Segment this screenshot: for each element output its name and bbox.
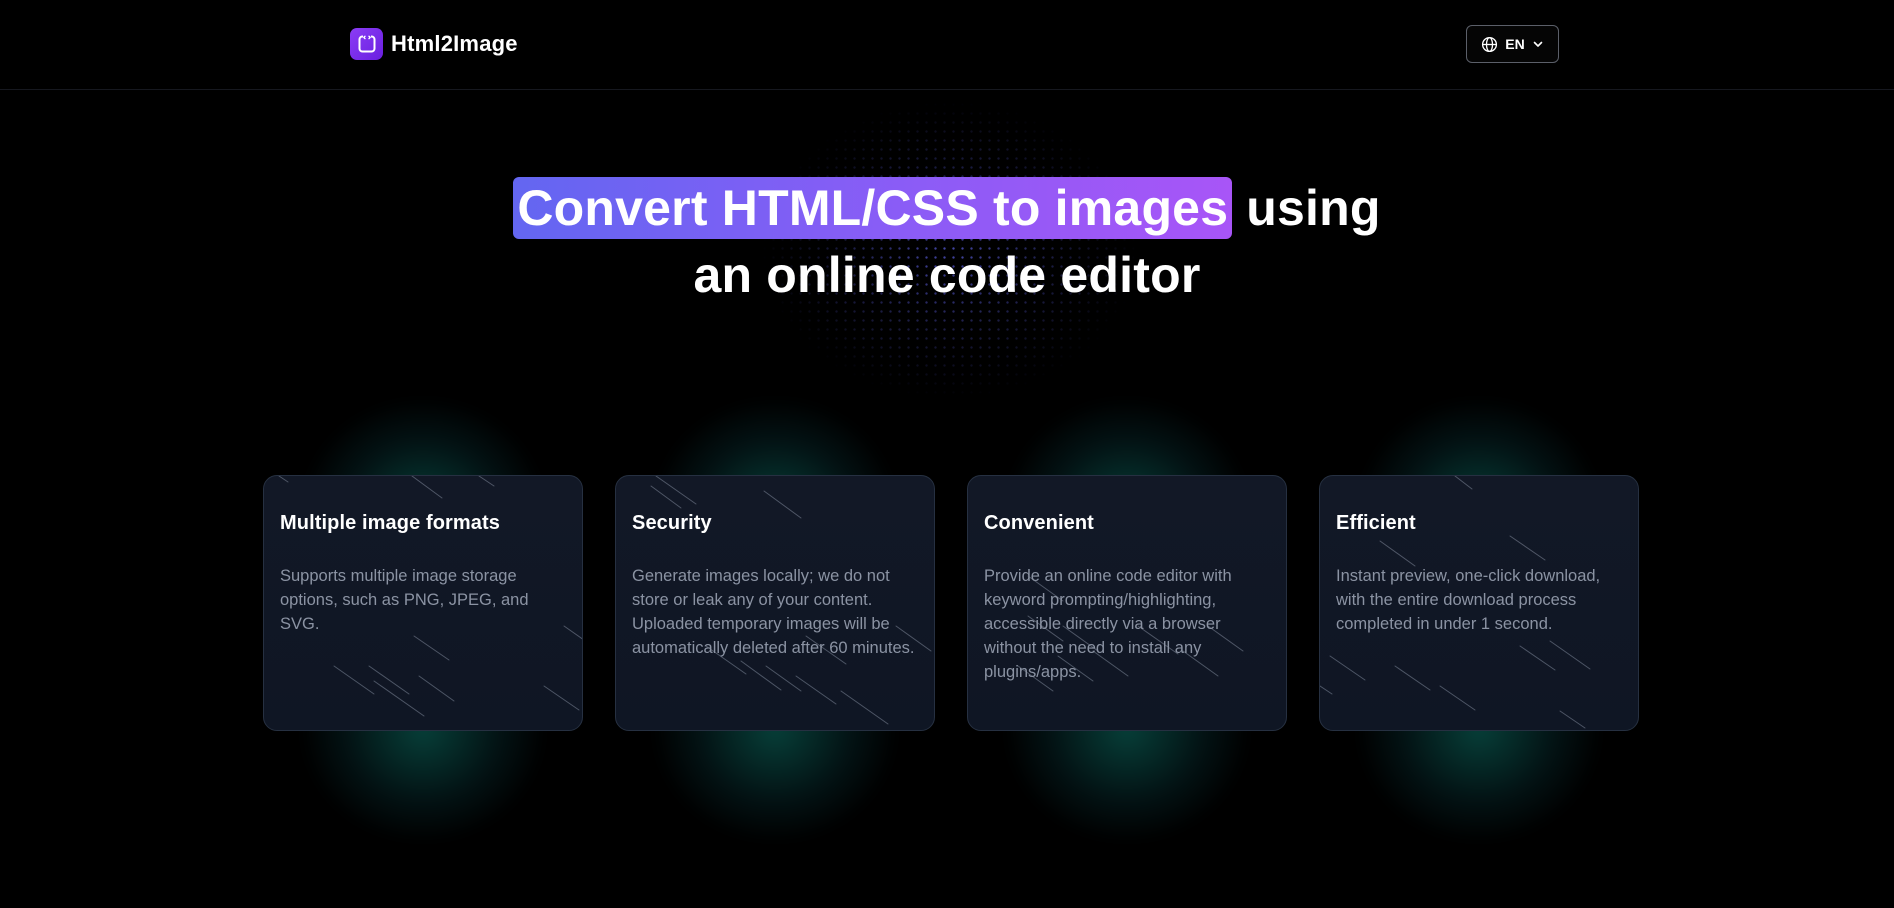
code-bracket-icon [350,28,383,60]
hero-title-highlight: Convert HTML/CSS to images [513,177,1233,239]
feature-description: Generate images locally; we do not store… [632,567,915,657]
feature-card-formats: Multiple image formats Supports multiple… [263,475,583,731]
top-navigation: Html2Image EN [0,0,1894,90]
feature-card-efficient: Efficient Instant preview, one-click dow… [1319,475,1639,731]
brand-link[interactable]: Html2Image [350,28,518,60]
feature-title: Efficient [1336,512,1416,534]
feature-title: Multiple image formats [280,512,501,534]
feature-card-security: Security Generate images locally; we do … [615,475,935,731]
feature-description: Instant preview, one-click download, wit… [1336,567,1601,633]
feature-card-convenient: Convenient Provide an online code editor… [967,475,1287,731]
feature-title: Security [632,512,712,534]
globe-icon [1481,36,1498,53]
hero-title: Convert HTML/CSS to images using an onli… [0,175,1894,309]
brand-name: Html2Image [391,31,518,56]
feature-description: Supports multiple image storage options,… [280,567,529,633]
language-selector[interactable]: EN [1466,25,1559,63]
feature-title: Convenient [984,512,1094,534]
feature-description: Provide an online code editor with keywo… [984,567,1232,681]
hero-title-line2: an online code editor [693,247,1201,303]
landing-page: Html2Image EN Convert HTML/CSS to images… [0,0,1894,908]
hero-title-rest: using [1246,180,1381,236]
chevron-down-icon [1532,38,1544,50]
language-label: EN [1505,36,1525,52]
